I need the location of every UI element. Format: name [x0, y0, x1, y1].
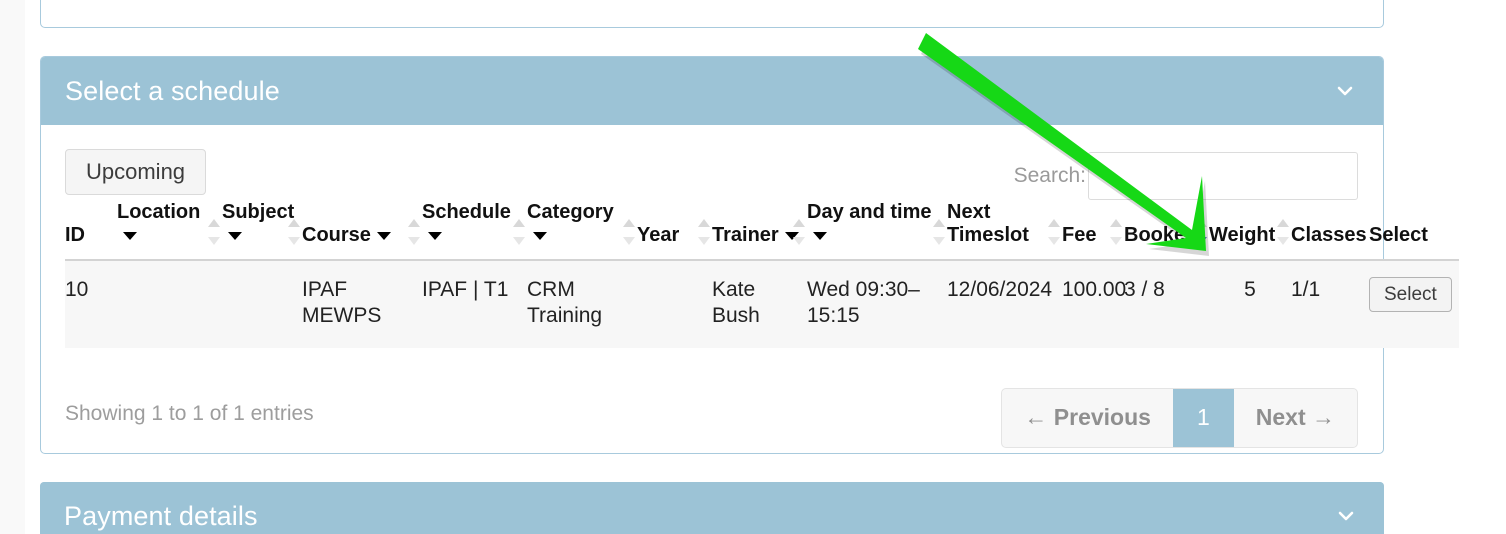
col-header-trainer[interactable]: Trainer — [712, 201, 807, 261]
pagination-previous-button[interactable]: ← Previous — [1002, 389, 1173, 447]
col-header-location[interactable]: Location — [117, 201, 222, 261]
table-toolbar: Upcoming Search: — [41, 125, 1383, 201]
cell-next-timeslot: 12/06/2024 — [947, 260, 1062, 348]
caret-down-icon[interactable] — [533, 231, 547, 240]
entries-info-text: Showing 1 to 1 of 1 entries — [65, 402, 314, 425]
pagination-next-label: Next — [1255, 404, 1306, 430]
cell-trainer: Kate Bush — [712, 260, 807, 348]
cell-schedule: IPAF | T1 — [422, 260, 527, 348]
col-label: Schedule — [422, 201, 511, 223]
col-label: Category — [527, 201, 614, 223]
cell-id: 10 — [65, 260, 117, 348]
col-label: Course — [302, 224, 371, 246]
search-area: Search: — [1014, 152, 1358, 200]
col-header-course[interactable]: Course — [302, 201, 422, 261]
pagination-page-1[interactable]: 1 — [1172, 389, 1234, 447]
sort-arrows-icon[interactable] — [698, 219, 710, 245]
caret-down-icon[interactable] — [428, 231, 442, 240]
col-header-next-timeslot[interactable]: Next Timeslot — [947, 201, 1062, 261]
col-header-weight[interactable]: Weight — [1209, 201, 1291, 261]
chevron-down-icon[interactable] — [1335, 81, 1355, 101]
sort-arrows-icon[interactable] — [1110, 219, 1122, 245]
col-label: Booked — [1124, 224, 1198, 246]
col-label: Location — [117, 201, 201, 223]
payment-card-header[interactable]: Payment details — [40, 482, 1384, 534]
col-header-subject[interactable]: Subject — [222, 201, 302, 261]
cell-day-and-time: Wed 09:30–15:15 — [807, 260, 947, 348]
col-header-classes[interactable]: Classes — [1291, 201, 1369, 261]
cell-year — [637, 260, 712, 348]
table-header-row: ID Location Subject Course Schedule Cate… — [65, 201, 1459, 261]
cell-subject — [222, 260, 302, 348]
col-label: Next Timeslot — [947, 201, 1029, 246]
col-label: Year — [637, 224, 680, 246]
schedule-table-body: 10 IPAF MEWPS IPAF | T1 CRM Training Kat… — [65, 260, 1459, 348]
pagination-previous-label: Previous — [1053, 404, 1151, 430]
col-label: Trainer — [712, 224, 779, 246]
col-header-booked[interactable]: Booked — [1124, 201, 1209, 261]
col-label: Day and time — [807, 201, 932, 223]
sort-arrows-icon[interactable] — [408, 219, 420, 245]
sort-arrows-icon[interactable] — [288, 219, 300, 245]
sort-arrows-icon[interactable] — [623, 219, 635, 245]
payment-details-card: Payment details — [40, 482, 1384, 534]
caret-down-icon[interactable] — [813, 231, 827, 240]
chevron-down-icon[interactable] — [1336, 506, 1356, 526]
sort-arrows-icon[interactable] — [1048, 219, 1060, 245]
sort-arrows-icon[interactable] — [513, 219, 525, 245]
col-label: Fee — [1062, 224, 1097, 246]
search-input[interactable] — [1088, 152, 1358, 200]
caret-down-icon[interactable] — [228, 231, 242, 240]
select-row-button[interactable]: Select — [1369, 277, 1452, 312]
col-header-year[interactable]: Year — [637, 201, 712, 261]
page-left-gutter — [0, 0, 25, 534]
cell-course: IPAF MEWPS — [302, 260, 422, 348]
col-header-day-and-time[interactable]: Day and time — [807, 201, 947, 261]
sort-arrows-icon[interactable] — [208, 219, 220, 245]
sort-arrows-icon[interactable] — [1277, 219, 1289, 245]
previous-section-card — [40, 0, 1384, 28]
table-footer: Showing 1 to 1 of 1 entries ← Previous 1… — [41, 380, 1383, 454]
col-label: ID — [65, 224, 85, 246]
arrow-right-icon: → — [1312, 404, 1335, 430]
page-root: Select a schedule Upcoming Search: ID Lo… — [0, 0, 1506, 534]
search-label: Search: — [1013, 164, 1086, 187]
arrow-left-icon: ← — [1024, 404, 1048, 430]
sort-arrows-icon[interactable] — [793, 219, 805, 245]
cell-weight: 5 — [1209, 260, 1291, 348]
cell-booked: 3 / 8 — [1124, 260, 1209, 348]
cell-location — [117, 260, 222, 348]
sort-arrows-icon-active[interactable] — [1195, 219, 1207, 245]
pagination: ← Previous 1 Next → — [1001, 388, 1358, 448]
table-row[interactable]: 10 IPAF MEWPS IPAF | T1 CRM Training Kat… — [65, 260, 1459, 348]
sort-arrows-icon[interactable] — [933, 219, 945, 245]
col-header-fee[interactable]: Fee — [1062, 201, 1124, 261]
schedule-table-head: ID Location Subject Course Schedule Cate… — [65, 201, 1459, 261]
caret-down-icon[interactable] — [376, 231, 391, 240]
schedule-table-container: ID Location Subject Course Schedule Cate… — [65, 201, 1459, 348]
cell-category: CRM Training — [527, 260, 637, 348]
col-header-schedule[interactable]: Schedule — [422, 201, 527, 261]
cell-select: Select — [1369, 260, 1459, 348]
col-label: Classes — [1291, 224, 1367, 246]
upcoming-filter-button[interactable]: Upcoming — [65, 149, 207, 195]
col-header-select: Select — [1369, 201, 1459, 261]
col-label: Select — [1369, 224, 1428, 246]
col-header-id[interactable]: ID — [65, 201, 117, 261]
cell-fee: 100.00 — [1062, 260, 1126, 348]
schedule-card-body: Upcoming Search: ID Location Subject Cou… — [41, 125, 1459, 454]
schedule-card-header[interactable]: Select a schedule — [41, 57, 1383, 125]
payment-card-title: Payment details — [64, 500, 258, 531]
col-header-category[interactable]: Category — [527, 201, 637, 261]
schedule-card-title: Select a schedule — [65, 75, 280, 106]
select-a-schedule-card: Select a schedule Upcoming Search: ID Lo… — [40, 56, 1459, 454]
cell-classes: 1/1 — [1291, 260, 1369, 348]
pagination-next-button[interactable]: Next → — [1234, 389, 1357, 447]
col-label: Subject — [222, 201, 295, 223]
col-label: Weight — [1209, 224, 1276, 246]
caret-down-icon[interactable] — [123, 231, 137, 240]
schedule-table: ID Location Subject Course Schedule Cate… — [65, 201, 1459, 348]
